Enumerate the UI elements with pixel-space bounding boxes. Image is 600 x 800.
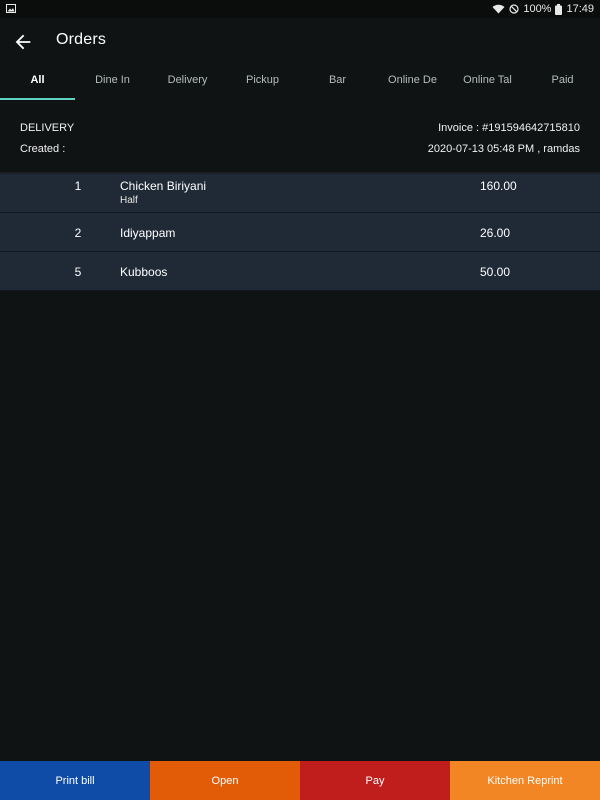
tab-label: Online Tal: [463, 74, 512, 86]
tab-label: Paid: [551, 74, 574, 86]
item-name: Kubboos: [120, 265, 168, 279]
back-arrow-icon[interactable]: [12, 31, 34, 53]
wifi-icon: [492, 4, 505, 14]
order-type-tabs: All Dine In Delivery Pickup Bar Online D…: [0, 64, 600, 100]
tab-label: Bar: [328, 74, 347, 86]
tab-bar[interactable]: Bar: [300, 64, 375, 100]
tab-label: Delivery: [167, 74, 208, 86]
open-button[interactable]: Open: [150, 761, 300, 800]
tab-label: All: [30, 74, 45, 86]
order-type-label: DELIVERY: [20, 122, 75, 134]
pay-button[interactable]: Pay: [300, 761, 450, 800]
clock: 17:49: [566, 3, 594, 15]
action-bar: Print bill Open Pay Kitchen Reprint: [0, 761, 600, 800]
item-price: 50.00: [480, 265, 511, 279]
status-bar: 100% 17:49: [0, 0, 600, 18]
page-title: Orders: [56, 31, 107, 48]
list-item[interactable]: 5 Kubboos 50.00: [0, 252, 600, 291]
gallery-notification-icon: [6, 4, 16, 13]
tab-online-takeaway[interactable]: Online Tal: [450, 64, 525, 100]
item-quantity: 5: [74, 265, 82, 279]
tab-pickup[interactable]: Pickup: [225, 64, 300, 100]
tab-label: Pickup: [245, 74, 280, 86]
item-price: 26.00: [480, 226, 511, 240]
print-bill-button[interactable]: Print bill: [0, 761, 150, 800]
list-item[interactable]: 2 Idiyappam 26.00: [0, 213, 600, 252]
active-tab-indicator: [0, 98, 75, 100]
tab-label: Online De: [388, 74, 437, 86]
item-name: Idiyappam: [120, 226, 176, 240]
order-datetime: 2020-07-13 05:48 PM , ramdas: [427, 143, 580, 155]
item-variant: Half: [120, 195, 138, 206]
tab-all[interactable]: All: [0, 64, 75, 100]
tab-dine-in[interactable]: Dine In: [75, 64, 150, 100]
tab-paid[interactable]: Paid: [525, 64, 600, 100]
created-label: Created :: [20, 143, 66, 155]
item-quantity: 2: [74, 226, 82, 240]
order-items-list: 1 Chicken Biriyani Half 160.00 2 Idiyapp…: [0, 174, 600, 291]
item-name: Chicken Biriyani: [120, 179, 207, 193]
app-bar: Orders: [0, 18, 600, 64]
tab-label: Dine In: [95, 74, 130, 86]
item-price: 160.00: [480, 179, 517, 193]
list-item[interactable]: 1 Chicken Biriyani Half 160.00: [0, 174, 600, 213]
do-not-disturb-icon: [509, 4, 519, 14]
tab-online-delivery[interactable]: Online De: [375, 64, 450, 100]
tab-delivery[interactable]: Delivery: [150, 64, 225, 100]
invoice-number: Invoice : #191594642715810: [438, 122, 580, 134]
kitchen-reprint-button[interactable]: Kitchen Reprint: [450, 761, 600, 800]
battery-percent: 100%: [523, 3, 552, 15]
item-quantity: 1: [74, 179, 82, 193]
order-header: DELIVERY Created : Invoice : #1915946427…: [0, 108, 600, 172]
battery-icon: [555, 3, 563, 15]
